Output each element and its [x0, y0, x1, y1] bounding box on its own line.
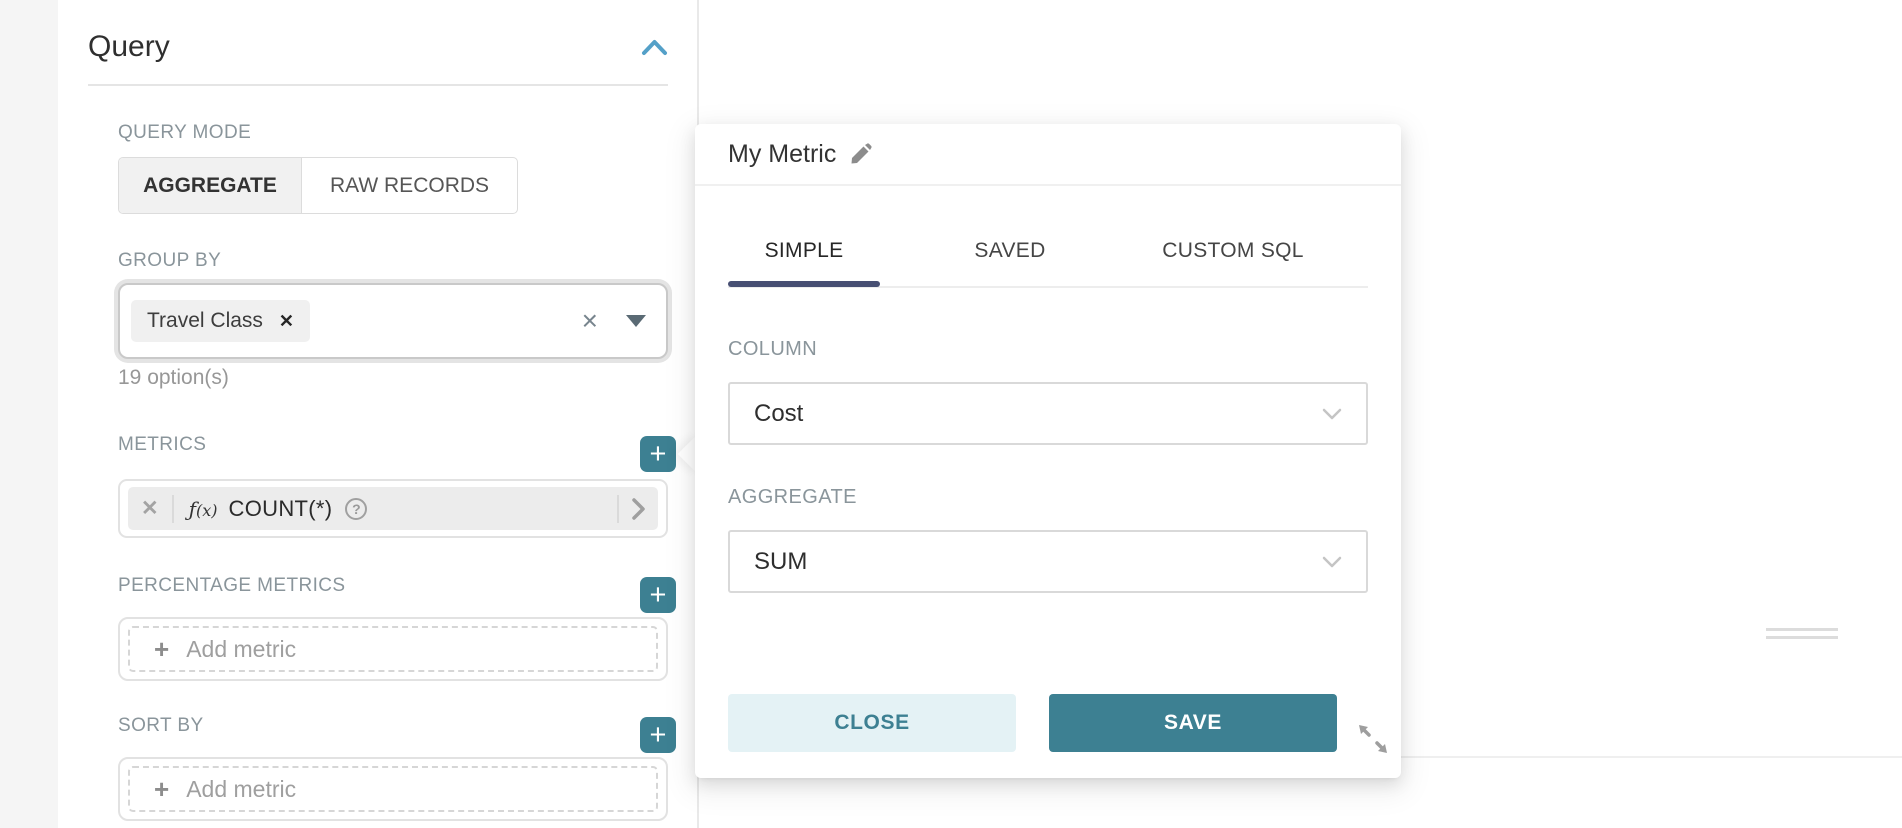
metric-remove-icon[interactable]: ✕	[128, 496, 172, 521]
tab-simple[interactable]: SIMPLE	[728, 236, 880, 266]
caret-down-icon[interactable]	[626, 315, 646, 327]
help-icon[interactable]: ?	[345, 498, 367, 520]
chart-builder-screen: Query QUERY MODE AGGREGATE RAW RECORDS G…	[0, 0, 1902, 828]
clear-all-icon[interactable]: ×	[582, 307, 598, 335]
tag-remove-icon[interactable]: ✕	[279, 311, 294, 332]
sort-by-container: + Add metric	[118, 757, 668, 821]
save-button[interactable]: SAVE	[1049, 694, 1337, 752]
add-sort-by-metric-button[interactable]: + Add metric	[128, 766, 658, 812]
aggregate-label: AGGREGATE	[728, 486, 857, 509]
aggregate-select-value: SUM	[754, 548, 807, 576]
tab-custom-sql[interactable]: CUSTOM SQL	[1140, 236, 1326, 266]
resize-icon[interactable]	[1356, 722, 1390, 756]
active-tab-indicator	[728, 281, 880, 287]
percentage-metrics-container: + Add metric	[118, 617, 668, 681]
popover-header: My Metric	[695, 124, 1401, 186]
section-divider	[88, 84, 668, 86]
query-section-header: Query	[88, 22, 668, 72]
aggregate-select[interactable]: SUM	[728, 530, 1368, 593]
add-plus-icon: +	[154, 776, 169, 802]
chevron-down-icon	[1322, 556, 1342, 568]
chevron-down-icon	[1322, 408, 1342, 420]
query-mode-aggregate-button[interactable]: AGGREGATE	[119, 158, 302, 213]
metric-popover: My Metric SIMPLE SAVED CUSTOM SQL COLUMN…	[695, 124, 1401, 778]
column-select-value: Cost	[754, 400, 803, 428]
metric-pill[interactable]: ✕ ƒ(x) COUNT(*) ?	[128, 487, 658, 530]
query-mode-raw-records-button[interactable]: RAW RECORDS	[302, 158, 517, 213]
metrics-label: METRICS	[118, 434, 206, 456]
add-sort-by-plus-button[interactable]: +	[640, 717, 676, 753]
group-by-tag-label: Travel Class	[147, 309, 263, 333]
add-metric-plus-button[interactable]: +	[640, 436, 676, 472]
metric-expand-chevron-icon[interactable]	[619, 497, 658, 521]
pill-divider	[172, 495, 174, 523]
metrics-container: ✕ ƒ(x) COUNT(*) ?	[118, 479, 668, 538]
left-gutter	[0, 0, 58, 828]
tab-saved[interactable]: SAVED	[942, 236, 1078, 266]
query-mode-switch: AGGREGATE RAW RECORDS	[118, 157, 518, 214]
metric-name: My Metric	[728, 140, 836, 169]
add-percentage-metric-button[interactable]: + Add metric	[128, 626, 658, 672]
column-select[interactable]: Cost	[728, 382, 1368, 445]
add-percentage-metric-plus-button[interactable]: +	[640, 577, 676, 613]
collapse-chevron-icon[interactable]	[641, 38, 668, 56]
column-label: COLUMN	[728, 338, 817, 361]
add-plus-icon: +	[154, 636, 169, 662]
function-icon: ƒ(x)	[189, 497, 218, 521]
query-mode-label: QUERY MODE	[118, 122, 251, 144]
close-button[interactable]: CLOSE	[728, 694, 1016, 752]
group-by-tag[interactable]: Travel Class ✕	[131, 300, 310, 342]
sort-by-label: SORT BY	[118, 715, 204, 737]
panel-drag-handle[interactable]	[1766, 628, 1838, 639]
group-by-options-hint: 19 option(s)	[118, 366, 229, 390]
group-by-label: GROUP BY	[118, 250, 221, 272]
group-by-select[interactable]: Travel Class ✕ ×	[118, 283, 668, 359]
chart-area-divider	[1401, 756, 1902, 758]
edit-pencil-icon[interactable]	[849, 143, 872, 166]
query-section-title: Query	[88, 30, 170, 64]
metric-value-label: COUNT(*)	[229, 496, 333, 522]
percentage-metrics-label: PERCENTAGE METRICS	[118, 575, 345, 597]
